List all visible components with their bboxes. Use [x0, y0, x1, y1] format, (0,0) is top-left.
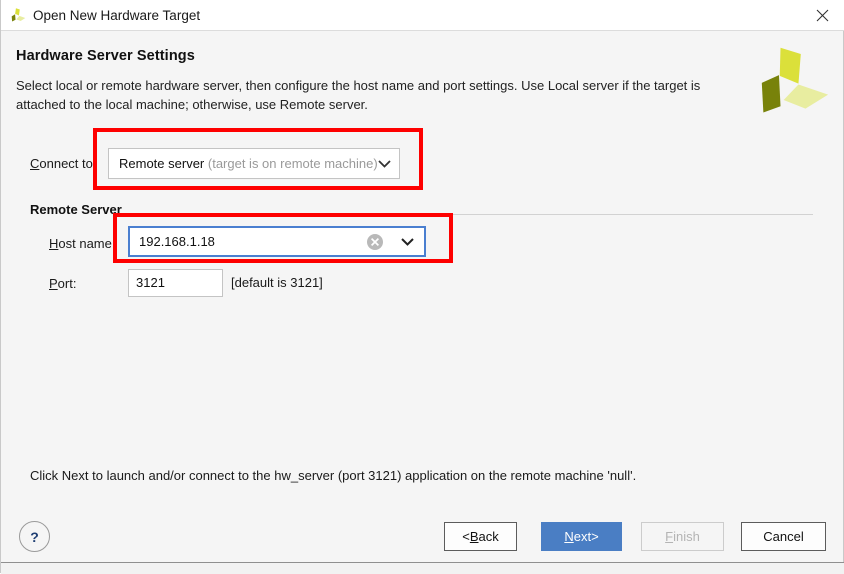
window-title: Open New Hardware Target [33, 8, 201, 23]
cancel-button[interactable]: Cancel [741, 522, 826, 551]
port-value: 3121 [136, 275, 165, 290]
vivado-logo-icon [10, 7, 27, 24]
status-message: Click Next to launch and/or connect to t… [30, 468, 637, 483]
vivado-brand-logo-icon [754, 40, 832, 118]
port-label: Port: [49, 276, 77, 291]
port-input[interactable]: 3121 [128, 269, 223, 297]
help-label: ? [30, 528, 39, 545]
chevron-down-icon[interactable] [401, 228, 414, 255]
close-icon[interactable] [799, 0, 844, 30]
clear-circle-icon[interactable] [366, 233, 384, 251]
back-button[interactable]: < Back [444, 522, 517, 551]
connect-to-select[interactable]: Remote server (target is on remote machi… [108, 148, 400, 179]
port-default-hint: [default is 3121] [231, 275, 323, 290]
background-window-strip [1, 562, 844, 574]
page-title: Hardware Server Settings [16, 48, 195, 64]
group-divider [123, 214, 813, 215]
help-circle-icon[interactable]: ? [19, 521, 50, 552]
host-name-label: Host name [49, 236, 112, 251]
finish-button: Finish [641, 522, 724, 551]
remote-server-group-title: Remote Server [30, 202, 122, 217]
next-button[interactable]: Next > [541, 522, 622, 551]
chevron-down-icon[interactable] [378, 149, 391, 178]
open-new-hardware-target-dialog: Open New Hardware Target Hardware Server… [0, 0, 844, 574]
host-name-value: 192.168.1.18 [139, 234, 215, 249]
host-name-input[interactable]: 192.168.1.18 [128, 226, 426, 257]
connect-to-label: Connect to [30, 156, 93, 171]
page-description: Select local or remote hardware server, … [16, 78, 701, 112]
connect-to-value: Remote server (target is on remote machi… [119, 156, 378, 171]
title-bar: Open New Hardware Target [1, 0, 844, 31]
